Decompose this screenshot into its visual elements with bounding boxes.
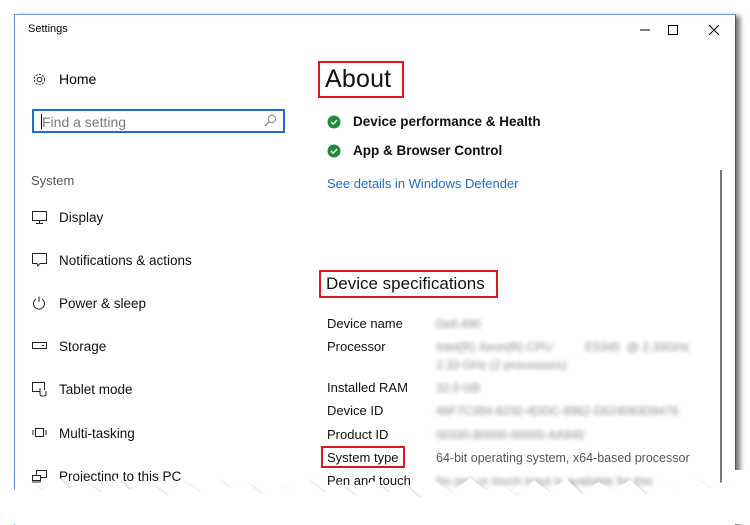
minimize-icon: [640, 29, 650, 31]
spec-label-installed-ram: Installed RAM: [327, 380, 408, 395]
multitasking-icon: [31, 425, 47, 441]
about-content: About Device performance & Health App & …: [315, 45, 725, 525]
power-icon: [31, 295, 47, 311]
home-nav[interactable]: Home: [31, 71, 96, 87]
close-button[interactable]: [694, 15, 734, 45]
sidebar-item-label: Display: [59, 209, 104, 225]
torn-edge-effect: [0, 470, 750, 524]
window-title: Settings: [28, 23, 68, 35]
maximize-icon: [668, 25, 678, 35]
search-box[interactable]: [32, 109, 285, 133]
search-icon[interactable]: [264, 114, 277, 132]
tablet-mode-icon: [31, 381, 47, 397]
status-device-performance: Device performance & Health: [327, 114, 541, 129]
sidebar-item-notifications[interactable]: Notifications & actions: [31, 252, 192, 268]
sidebar-item-tablet-mode[interactable]: Tablet mode: [31, 381, 133, 397]
status-label: App & Browser Control: [353, 143, 503, 158]
spec-value-system-type: 64-bit operating system, x64-based proce…: [436, 451, 690, 465]
spec-value-device-id: 46F7C394-6232-4DDC-8962-D524083D9478: [436, 404, 679, 418]
sidebar-item-storage[interactable]: Storage: [31, 338, 106, 354]
home-label: Home: [59, 71, 97, 87]
spec-value-processor: Intel(R) Xeon(R) CPU E5345 @ 2.33GHz: [436, 340, 690, 354]
vertical-scrollbar[interactable]: [720, 170, 722, 515]
device-specifications-heading: Device specifications: [326, 274, 485, 293]
title-bar: Settings: [15, 15, 735, 45]
spec-value-product-id: 00330-80000-00000-AA940: [436, 428, 585, 442]
sidebar-item-multitasking[interactable]: Multi-tasking: [31, 425, 135, 441]
sidebar-item-label: Multi-tasking: [59, 425, 135, 441]
sidebar: Home System Display Notifications & acti…: [15, 45, 305, 525]
check-circle-icon: [327, 144, 341, 157]
status-app-browser-control: App & Browser Control: [327, 143, 502, 158]
spec-value-device-name: Dell-490: [436, 317, 481, 331]
maximize-button[interactable]: [653, 15, 693, 45]
windows-defender-link[interactable]: See details in Windows Defender: [327, 176, 519, 191]
storage-icon: [31, 338, 47, 354]
sidebar-item-display[interactable]: Display: [31, 209, 103, 225]
spec-label-device-name: Device name: [327, 316, 403, 331]
sidebar-item-label: Storage: [59, 338, 107, 354]
sidebar-item-label: Notifications & actions: [59, 252, 192, 268]
spec-label-device-id: Device ID: [327, 403, 384, 418]
status-label: Device performance & Health: [353, 114, 541, 129]
spec-label-product-id: Product ID: [327, 427, 389, 442]
section-label-system: System: [31, 173, 75, 188]
sidebar-item-power-sleep[interactable]: Power & sleep: [31, 295, 146, 311]
spec-value-processor-line2: 2.33 GHz (2 processors): [436, 358, 567, 372]
spec-label-processor: Processor: [327, 339, 386, 354]
sidebar-item-label: Power & sleep: [59, 295, 147, 311]
settings-window: Settings Home System Display: [14, 14, 736, 525]
close-icon: [709, 25, 719, 35]
search-input[interactable]: [42, 113, 262, 131]
gear-icon: [31, 71, 47, 87]
spec-value-installed-ram: 32.0 GB: [436, 381, 481, 395]
display-icon: [31, 209, 47, 225]
check-circle-icon: [327, 115, 341, 128]
sidebar-item-label: Tablet mode: [59, 381, 133, 397]
spec-label-system-type: System type: [327, 450, 399, 465]
notifications-icon: [31, 252, 47, 268]
page-title: About: [325, 65, 392, 93]
